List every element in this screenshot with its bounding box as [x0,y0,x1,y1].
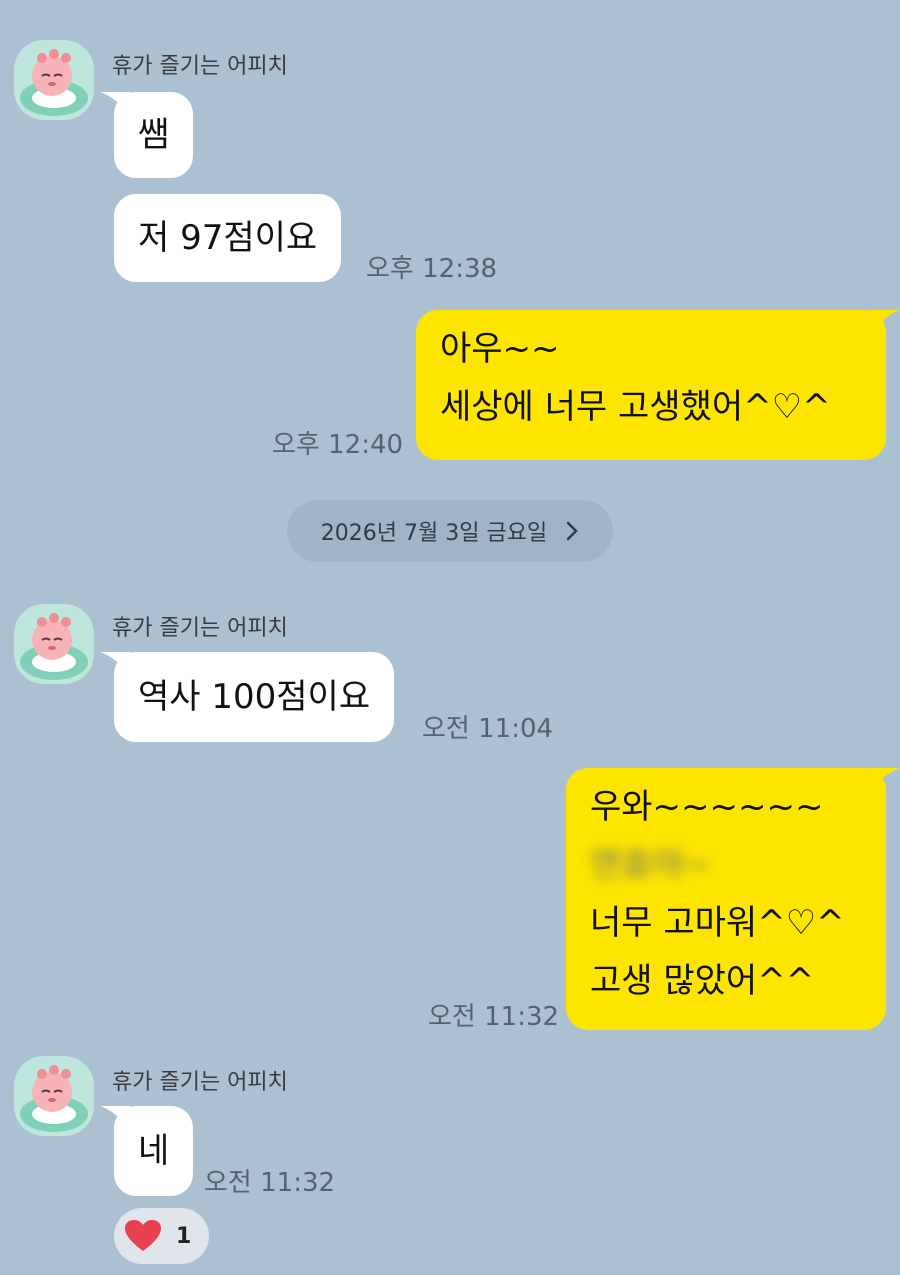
sender-name[interactable]: 휴가 즐기는 어피치 [112,1064,288,1096]
incoming-message-bubble[interactable]: 네 [100,1106,194,1196]
reaction-badge[interactable]: 1 [114,1208,210,1264]
message-line-blurred: 연효야~ [590,845,713,885]
sender-name[interactable]: 휴가 즐기는 어피치 [112,610,288,642]
message-text: 저 97점이요 [138,218,318,258]
sender-avatar[interactable] [14,604,94,684]
message-time: 오전 11:04 [422,714,554,744]
message-time: 오후 12:40 [272,430,404,460]
incoming-message-bubble[interactable]: 쌤 [100,92,194,178]
message-line: 너무 고마워^♡^ [590,903,845,943]
message-line: 세상에 너무 고생했어^♡^ [440,387,831,427]
sender-avatar[interactable] [14,1056,94,1136]
heart-icon [125,1220,161,1251]
incoming-message-bubble[interactable]: 역사 100점이요 [100,652,395,742]
message-line: 고생 많았어^^ [590,961,815,1001]
outgoing-message-bubble[interactable]: 아우~~ 세상에 너무 고생했어^♡^ [416,310,900,460]
date-divider[interactable]: 2026년 7월 3일 금요일 [287,500,613,562]
apeach-avatar-icon [20,1065,88,1132]
chevron-right-icon [566,521,578,541]
message-line: 우와~~~~~~ [590,787,824,827]
message-time: 오전 11:32 [204,1168,336,1198]
message-line: 아우~~ [440,329,560,369]
message-text: 역사 100점이요 [138,677,371,717]
message-time: 오전 11:32 [428,1002,560,1032]
message-text: 네 [138,1131,170,1171]
reaction-count: 1 [176,1223,192,1249]
outgoing-message-bubble[interactable]: 우와~~~~~~ 연효야~ 너무 고마워^♡^ 고생 많았어^^ [566,768,900,1030]
date-divider-label: 2026년 7월 3일 금요일 [320,521,548,546]
apeach-avatar-icon [20,613,88,680]
message-time: 오후 12:38 [366,254,498,284]
apeach-avatar-icon [20,49,88,116]
sender-avatar[interactable] [14,40,94,120]
incoming-message-bubble[interactable]: 저 97점이요 [114,194,342,282]
sender-name[interactable]: 휴가 즐기는 어피치 [112,48,288,80]
message-text: 쌤 [138,115,170,155]
